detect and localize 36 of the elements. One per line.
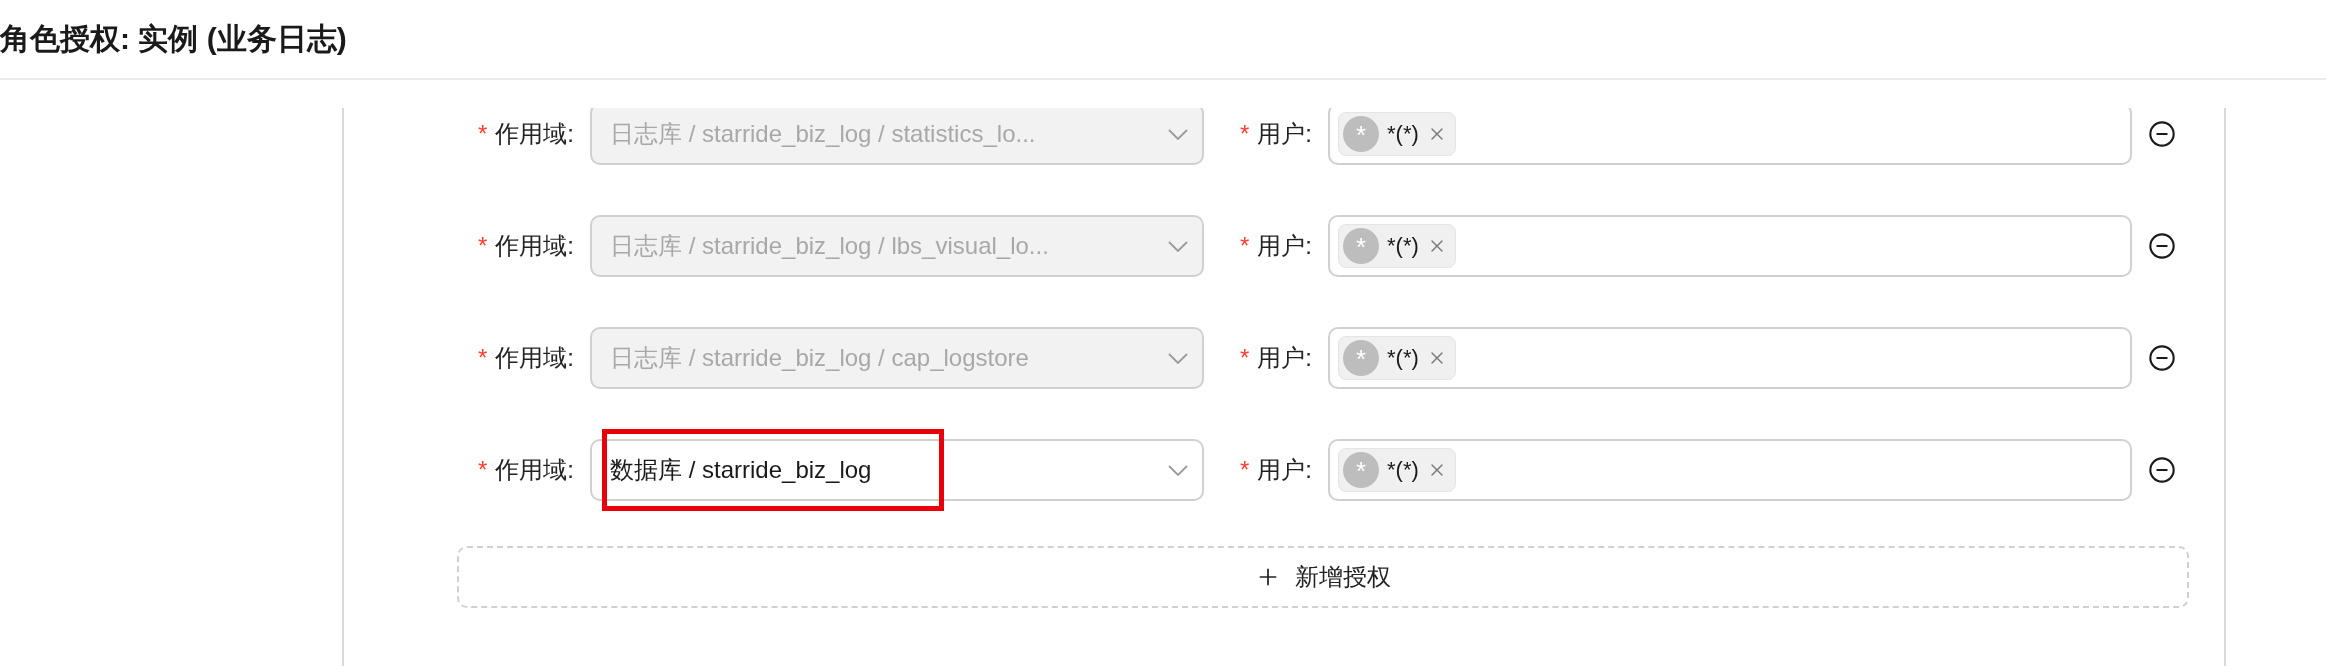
required-mark: *	[478, 456, 488, 484]
select-value: 日志库 / starride_biz_log / cap_logstore	[610, 343, 1029, 373]
required-mark: *	[1240, 344, 1250, 372]
required-mark: *	[478, 344, 488, 372]
chevron-down-icon	[1168, 240, 1188, 252]
chevron-down-icon	[1168, 352, 1188, 364]
select-value: 数据库 / starride_biz_log	[610, 455, 872, 485]
avatar: *	[1343, 340, 1379, 376]
dialog-title: 角色授权: 实例 (业务日志)	[0, 20, 347, 57]
avatar: *	[1343, 452, 1379, 488]
user-name: *(*)	[1387, 233, 1419, 259]
avatar: *	[1343, 228, 1379, 264]
chevron-down-icon	[1168, 464, 1188, 476]
field-label: 作用域:	[495, 231, 574, 261]
add-button[interactable]: 新增授权	[457, 546, 2189, 608]
avatar: *	[1343, 116, 1379, 152]
required-mark: *	[478, 232, 488, 260]
required-mark: *	[1240, 120, 1250, 148]
user-name: *(*)	[1387, 345, 1419, 371]
user-name: *(*)	[1387, 121, 1419, 147]
chevron-down-icon	[1168, 128, 1188, 140]
field-label: 用户:	[1257, 455, 1312, 485]
required-mark: *	[1240, 456, 1250, 484]
select-value: 日志库 / starride_biz_log / statistics_lo...	[610, 119, 1036, 149]
remove-icon[interactable]	[2148, 456, 2176, 484]
field-label: 用户:	[1257, 343, 1312, 373]
field-label: 作用域:	[495, 455, 574, 485]
scope-select[interactable]: 数据库 / starride_biz_log	[590, 439, 1204, 501]
required-mark: *	[478, 120, 488, 148]
field-label: 用户:	[1257, 231, 1312, 261]
field-label: 用户:	[1257, 119, 1312, 149]
select-value: 日志库 / starride_biz_log / lbs_visual_lo...	[610, 231, 1049, 261]
required-mark: *	[1240, 232, 1250, 260]
user-name: *(*)	[1387, 457, 1419, 483]
field-label: 作用域:	[495, 343, 574, 373]
field-label: 作用域:	[495, 119, 574, 149]
